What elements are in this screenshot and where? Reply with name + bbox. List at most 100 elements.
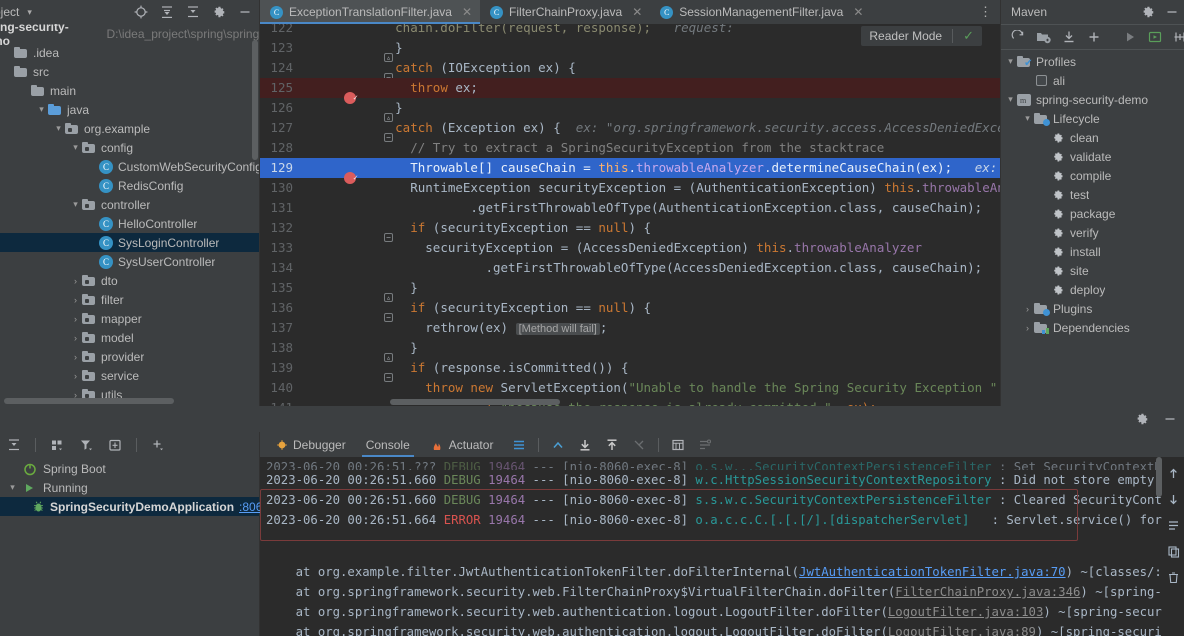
copy-icon[interactable] — [1165, 543, 1181, 559]
collapse-all-icon[interactable] — [6, 437, 22, 453]
add-maven-project-icon[interactable] — [1036, 29, 1051, 45]
maven-tree-item[interactable]: deploy — [1001, 280, 1184, 299]
code-line[interactable]: 138 ▵ } — [260, 338, 1000, 362]
hide-panel-icon[interactable] — [1164, 4, 1180, 20]
editor-horizontal-scrollbar[interactable] — [390, 399, 560, 405]
chevron-down-icon[interactable]: ▾ — [1005, 56, 1016, 67]
project-tree-item[interactable]: C HelloController — [0, 214, 259, 233]
inspection-ok-icon[interactable]: ✓ — [963, 28, 974, 44]
chevron-right-icon[interactable]: › — [1022, 304, 1033, 314]
chevron-down-icon[interactable]: ▾ — [53, 123, 64, 134]
expand-all-icon[interactable] — [159, 4, 175, 20]
code-line[interactable]: 132 − if (securityException == null) { — [260, 218, 1000, 242]
project-tree-horizontal-scrollbar[interactable] — [4, 398, 174, 404]
trash-icon[interactable] — [1165, 569, 1181, 585]
project-file-tree[interactable]: .idea src main ▾ java ▾ org.example ▾ config C Cus… — [0, 43, 259, 406]
hide-panel-icon[interactable] — [1162, 411, 1178, 427]
project-tree-item[interactable]: ▾ org.example — [0, 119, 259, 138]
project-tree-item[interactable]: › mapper — [0, 309, 259, 328]
run-icon[interactable] — [1123, 29, 1137, 45]
project-tree-item[interactable]: ▾ controller — [0, 195, 259, 214]
console-output[interactable]: 2023-06-20 00:26:51.??? DEBUG 19464 --- … — [260, 457, 1184, 636]
code-lines[interactable]: 122 chain.doFilter(request, response); r… — [260, 24, 1000, 406]
close-tab-icon[interactable]: ✕ — [853, 5, 863, 19]
code-line[interactable]: 139 − if (response.isCommitted()) { — [260, 358, 1000, 382]
settings-gear-icon[interactable] — [211, 4, 227, 20]
stack-frame-line[interactable]: at org.springframework.security.web.auth… — [266, 622, 1184, 636]
chevron-right-icon[interactable]: › — [70, 276, 81, 286]
project-tree-item[interactable]: src — [0, 62, 259, 81]
project-tree-item[interactable]: › service — [0, 366, 259, 385]
toggle-skip-tests-icon[interactable] — [1173, 29, 1184, 45]
add-icon[interactable] — [150, 437, 166, 453]
plus-icon[interactable] — [1087, 29, 1101, 45]
code-line[interactable]: 130 RuntimeException securityException =… — [260, 178, 1000, 198]
scroll-up-icon[interactable] — [550, 437, 566, 453]
project-tree-item[interactable]: ▾ config — [0, 138, 259, 157]
code-line[interactable]: 137 rethrow(ex) [Method will fail]; — [260, 318, 1000, 338]
project-tree-item[interactable]: main — [0, 81, 259, 100]
chevron-right-icon[interactable]: › — [70, 352, 81, 362]
code-line[interactable]: 134 .getFirstThrowableOfType(AccessDenie… — [260, 258, 1000, 278]
run-tree-item[interactable]: Spring Boot — [0, 459, 259, 478]
chevron-down-icon[interactable]: ▾ — [1022, 113, 1033, 124]
stack-frame-line[interactable]: at org.springframework.security.web.auth… — [266, 602, 1184, 622]
project-tree-item[interactable]: .idea — [0, 43, 259, 62]
scroll-down-icon[interactable] — [577, 437, 593, 453]
chevron-right-icon[interactable]: › — [70, 314, 81, 324]
chevron-right-icon[interactable]: › — [70, 371, 81, 381]
refresh-icon[interactable] — [1011, 29, 1025, 45]
editor-tab[interactable]: C ExceptionTranslationFilter.java ✕ — [260, 0, 481, 24]
code-line[interactable]: 140 throw new ServletException("Unable t… — [260, 378, 1000, 398]
stack-frame-line[interactable]: at org.example.filter.JwtAuthenticationT… — [266, 562, 1184, 582]
maven-tree-item[interactable]: test — [1001, 185, 1184, 204]
project-tree-item[interactable]: C SysLoginController — [0, 233, 259, 252]
code-line[interactable]: 128 // Try to extract a SpringSecurityEx… — [260, 138, 1000, 158]
maven-tree-item[interactable]: ▾ ✔ Profiles — [1001, 52, 1184, 71]
close-tab-icon[interactable]: ✕ — [632, 5, 642, 19]
chevron-down-icon[interactable]: ▾ — [1005, 94, 1016, 105]
group-by-icon[interactable] — [49, 437, 65, 453]
maven-tree-item[interactable]: ▾ Lifecycle — [1001, 109, 1184, 128]
chevron-down-icon[interactable]: ▾ — [70, 199, 81, 210]
chevron-right-icon[interactable]: › — [1022, 323, 1033, 333]
tab-console[interactable]: Console — [356, 432, 420, 457]
editor-tab[interactable]: C FilterChainProxy.java ✕ — [480, 0, 650, 24]
run-tree-item[interactable]: SpringSecurityDemoApplication:8060/ — [0, 497, 272, 516]
chevron-right-icon[interactable]: › — [70, 333, 81, 343]
exception-header-line[interactable]: java.lang.RuntimeException Create breakp… — [266, 542, 1184, 562]
code-line[interactable]: 126 ▵ } — [260, 98, 1000, 122]
stack-frame-source-link[interactable]: LogoutFilter.java:103 — [888, 605, 1043, 619]
project-tree-vertical-scrollbar[interactable] — [252, 40, 258, 160]
chevron-right-icon[interactable]: › — [70, 295, 81, 305]
chevron-down-icon[interactable]: ▾ — [27, 7, 32, 18]
maven-tree[interactable]: ▾ ✔ Profiles ali ▾ m spring-security-demo ▾ Life… — [1001, 50, 1184, 406]
project-tree-item[interactable]: › model — [0, 328, 259, 347]
project-tree-item[interactable]: C CustomWebSecurityConfigurer — [0, 157, 259, 176]
download-sources-icon[interactable] — [1062, 29, 1076, 45]
project-tree-item[interactable]: C RedisConfig — [0, 176, 259, 195]
code-line[interactable]: 124 − catch (IOException ex) { — [260, 58, 1000, 82]
console-settings-icon[interactable] — [697, 437, 713, 453]
maven-tree-item[interactable]: verify — [1001, 223, 1184, 242]
project-tree-item[interactable]: › filter — [0, 290, 259, 309]
scroll-up-arrow-icon[interactable] — [1165, 465, 1181, 481]
maven-tree-item[interactable]: install — [1001, 242, 1184, 261]
stack-frame-source-link[interactable]: LogoutFilter.java:89 — [888, 625, 1036, 636]
code-line-selected[interactable]: 129 Throwable[] causeChain = this.throwa… — [260, 158, 1000, 188]
settings-gear-icon[interactable] — [1140, 4, 1156, 20]
frames-icon[interactable] — [107, 437, 123, 453]
project-tree-item[interactable]: › dto — [0, 271, 259, 290]
close-tab-icon[interactable]: ✕ — [462, 5, 472, 19]
maven-tree-item[interactable]: clean — [1001, 128, 1184, 147]
code-editor[interactable]: Reader Mode ✓ 122 chain.doFilter(request… — [260, 24, 1000, 406]
chevron-down-icon[interactable]: ▾ — [36, 104, 47, 115]
code-line[interactable]: 133 securityException = (AccessDeniedExc… — [260, 238, 1000, 258]
code-line[interactable]: 141 + "because the response is already c… — [260, 398, 1000, 406]
maven-tree-item[interactable]: ali — [1001, 71, 1184, 90]
soft-wrap-icon[interactable] — [1165, 517, 1181, 533]
maven-tree-item[interactable]: › Dependencies — [1001, 318, 1184, 337]
project-tree-item[interactable]: ▾ java — [0, 100, 259, 119]
execute-maven-goal-icon[interactable] — [1148, 29, 1162, 45]
scroll-down-arrow-icon[interactable] — [1165, 491, 1181, 507]
